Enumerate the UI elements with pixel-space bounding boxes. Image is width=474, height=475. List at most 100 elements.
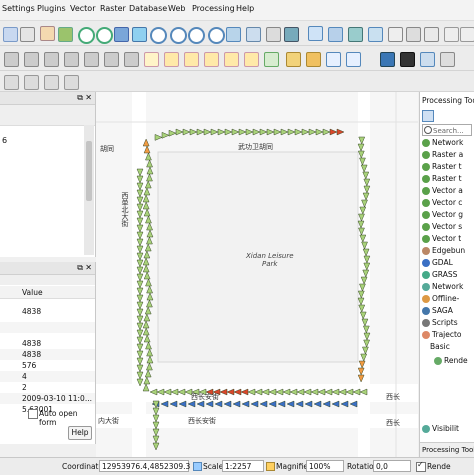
python-icon[interactable] xyxy=(380,52,395,67)
layer-tool-icon[interactable] xyxy=(44,75,59,90)
copy-icon[interactable] xyxy=(124,52,139,67)
menu-help[interactable]: Help xyxy=(236,4,254,13)
value-text: 2009-03-10 11:0... xyxy=(22,394,92,403)
toolbox-item[interactable]: GRASS xyxy=(422,270,457,282)
menu-settings[interactable]: Settings xyxy=(2,4,35,13)
rotation-field[interactable]: 0,0 xyxy=(373,460,411,472)
toolbox-subitem[interactable]: Rende xyxy=(434,356,468,368)
easy-plugin-icon[interactable] xyxy=(264,52,279,67)
toolbox-footer-tab[interactable]: Processing Toolb xyxy=(420,442,474,457)
layer-item-label[interactable]: 6 xyxy=(2,136,7,145)
zoom-last-icon[interactable] xyxy=(188,27,205,44)
wms-icon[interactable] xyxy=(420,52,435,67)
menu-processing[interactable]: Processing xyxy=(192,4,235,13)
close-icon[interactable]: ✕ xyxy=(85,263,92,272)
zoom-selection-icon[interactable] xyxy=(132,27,147,42)
auto-open-checkbox[interactable] xyxy=(28,409,38,419)
map-tips-icon[interactable] xyxy=(424,27,439,42)
zoom-to-feature-icon[interactable] xyxy=(58,27,73,42)
new-map-view-icon[interactable] xyxy=(226,27,241,42)
refresh-icon[interactable] xyxy=(284,27,299,42)
digitize-icon[interactable] xyxy=(4,52,19,67)
toolbox-item[interactable]: Vector s xyxy=(422,222,462,234)
float-icon[interactable]: ⧉ xyxy=(77,93,83,103)
toolbox-item[interactable]: Network xyxy=(422,138,463,150)
toolbox-item[interactable]: Raster t xyxy=(422,162,462,174)
deselect-icon[interactable] xyxy=(348,27,363,42)
layer-tool-icon[interactable] xyxy=(4,75,19,90)
toolbox-item[interactable]: SAGA xyxy=(422,306,453,318)
zoom-in-icon[interactable] xyxy=(78,27,95,44)
float-icon[interactable]: ⧉ xyxy=(77,263,83,273)
qgis-icon xyxy=(422,151,430,159)
zoom-native-icon[interactable] xyxy=(170,27,187,44)
zoom-next-icon[interactable] xyxy=(208,27,225,44)
toolbox-subitem[interactable]: Basic xyxy=(430,342,450,354)
help-button[interactable]: Help xyxy=(68,426,92,440)
console-icon[interactable] xyxy=(400,52,415,67)
coordinate-field[interactable]: 12953976.4,4852309.3 xyxy=(99,460,190,472)
layer-tool-icon[interactable] xyxy=(24,75,39,90)
identify-icon[interactable] xyxy=(308,26,323,41)
layer-tool-icon[interactable] xyxy=(64,75,79,90)
plugin-icon[interactable] xyxy=(286,52,301,67)
node-tool-icon[interactable] xyxy=(64,52,79,67)
label-pin-icon[interactable] xyxy=(164,52,179,67)
label-abc-icon[interactable] xyxy=(144,52,159,67)
magnifier-field[interactable]: 100% xyxy=(306,460,344,472)
visibility-icon xyxy=(422,425,430,433)
zoom-full-icon[interactable] xyxy=(114,27,129,42)
toolbox-item[interactable]: Raster t xyxy=(422,174,462,186)
georef-icon[interactable] xyxy=(346,52,361,67)
select-icon[interactable] xyxy=(328,27,343,42)
menu-raster[interactable]: Raster xyxy=(100,4,126,13)
toolbox-item[interactable]: Visibilit xyxy=(422,424,459,436)
toolbox-settings-icon[interactable] xyxy=(422,110,434,122)
coordinate-toggle-icon[interactable] xyxy=(193,462,202,471)
move-feature-icon[interactable] xyxy=(44,52,59,67)
label-icon[interactable] xyxy=(460,27,474,42)
toolbox-item[interactable]: Vector a xyxy=(422,186,463,198)
toolbox-item[interactable]: Network xyxy=(422,282,463,294)
label-move-icon[interactable] xyxy=(204,52,219,67)
lock-scale-icon[interactable] xyxy=(266,462,275,471)
trajectory-plugin-icon[interactable] xyxy=(306,52,321,67)
toolbox-item[interactable]: Edgebun xyxy=(422,246,465,258)
grid-icon[interactable] xyxy=(20,27,35,42)
menu-database[interactable]: Database xyxy=(129,4,167,13)
measure-icon[interactable] xyxy=(406,27,421,42)
bookmark-icon[interactable] xyxy=(246,27,261,42)
toolbox-item[interactable]: Vector t xyxy=(422,234,461,246)
layers-scrollbar[interactable] xyxy=(84,125,94,255)
zoom-layer-icon[interactable] xyxy=(150,27,167,44)
toolbox-item[interactable]: Vector g xyxy=(422,210,463,222)
metasearch-icon[interactable] xyxy=(440,52,455,67)
zoom-out-icon[interactable] xyxy=(96,27,113,44)
cut-icon[interactable] xyxy=(104,52,119,67)
menu-vector[interactable]: Vector xyxy=(70,4,96,13)
bookmarks-icon[interactable] xyxy=(266,27,281,42)
toolbox-item[interactable]: Offline- xyxy=(422,294,459,306)
menu-plugins[interactable]: Plugins xyxy=(37,4,66,13)
pan-icon[interactable] xyxy=(3,27,18,42)
attribute-table-icon[interactable] xyxy=(368,27,383,42)
annotation-icon[interactable] xyxy=(444,27,459,42)
label-show-icon[interactable] xyxy=(184,52,199,67)
scale-field[interactable]: 1:2257 xyxy=(222,460,264,472)
close-icon[interactable]: ✕ xyxy=(85,93,92,102)
hand-pan-icon[interactable] xyxy=(40,26,55,41)
globe-icon[interactable] xyxy=(326,52,341,67)
toolbox-item[interactable]: Scripts xyxy=(422,318,458,330)
toolbox-item[interactable]: Vector c xyxy=(422,198,462,210)
toolbox-item[interactable]: GDAL xyxy=(422,258,453,270)
label-change-icon[interactable] xyxy=(244,52,259,67)
delete-icon[interactable] xyxy=(84,52,99,67)
render-checkbox[interactable]: ✓ xyxy=(416,460,426,472)
toolbox-item[interactable]: Trajecto xyxy=(422,330,462,342)
statistics-icon[interactable] xyxy=(388,27,403,42)
map-canvas[interactable]: Xidan Leisure Park 武功卫胡同 西单北大街 西长安街 西长安街… xyxy=(96,92,418,457)
toolbox-item[interactable]: Raster a xyxy=(422,150,463,162)
label-rotate-icon[interactable] xyxy=(224,52,239,67)
menu-web[interactable]: Web xyxy=(168,4,185,13)
add-feature-icon[interactable] xyxy=(24,52,39,67)
